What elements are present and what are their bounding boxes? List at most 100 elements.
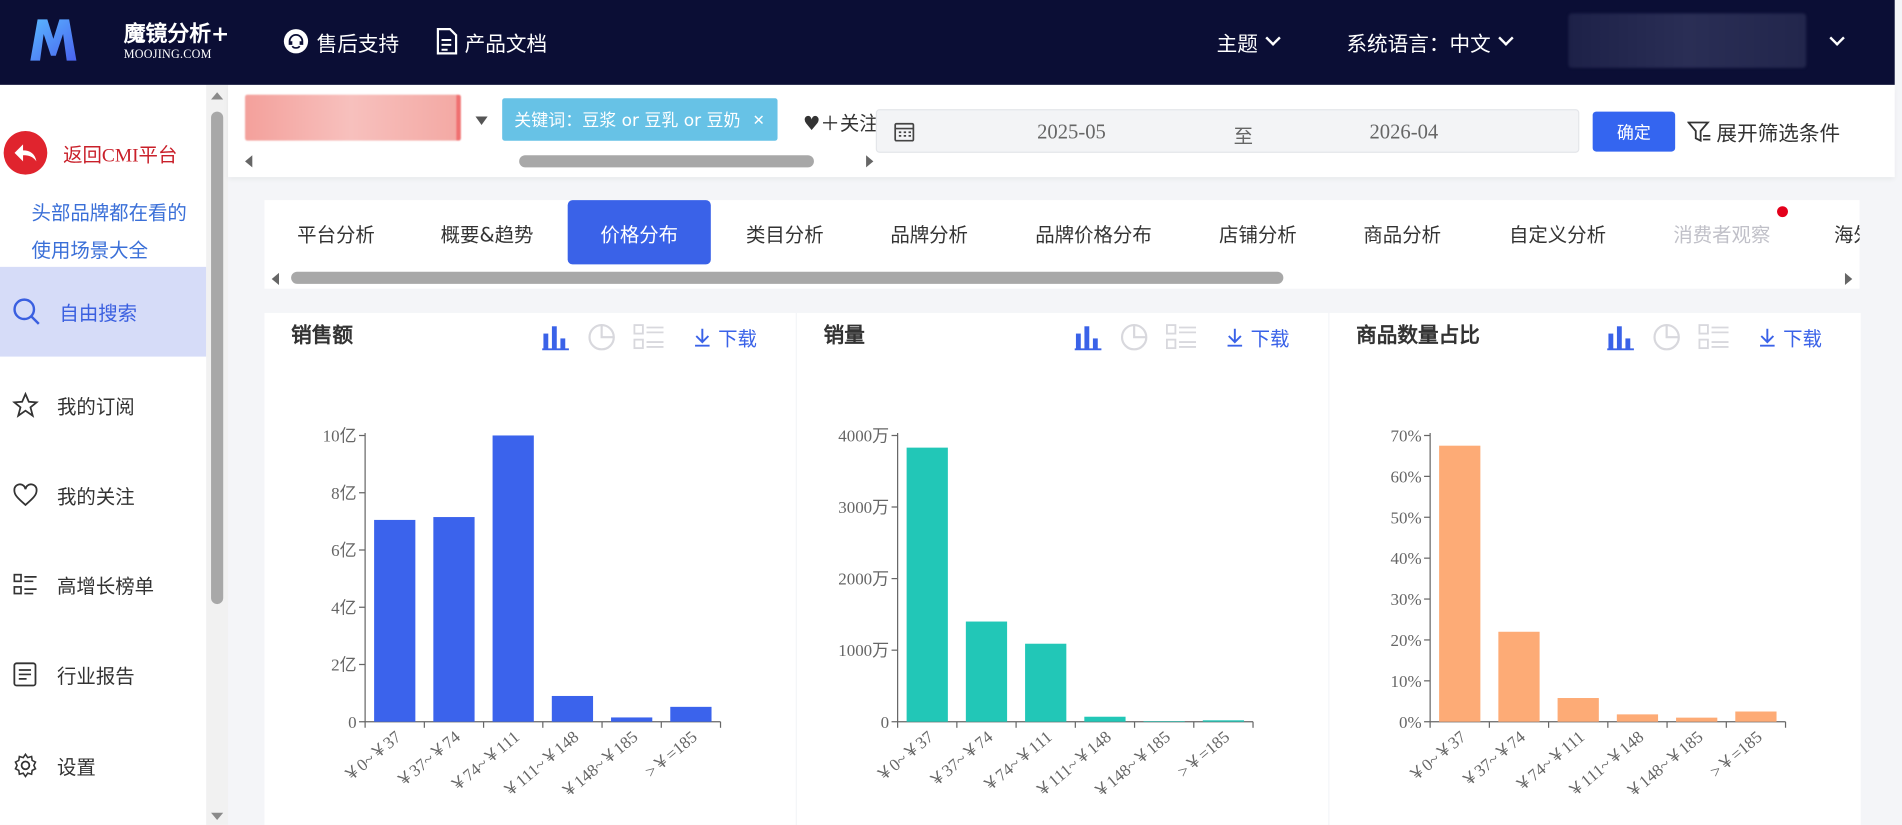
language-dropdown[interactable]: 系统语言：中文 xyxy=(1346,25,1514,57)
user-menu-toggle[interactable] xyxy=(1822,25,1845,57)
y-tick-label: 4亿 xyxy=(331,598,356,617)
table-view-icon[interactable] xyxy=(1698,324,1730,351)
chart-bar xyxy=(551,695,594,722)
moojing-logo[interactable] xyxy=(27,15,80,64)
chart-bar xyxy=(965,621,1008,722)
tab-overview-trend[interactable]: 概要&趋势 xyxy=(429,200,544,264)
chart-bar xyxy=(433,517,475,722)
caret-down-icon[interactable] xyxy=(475,116,488,125)
x-tick-label: >￥=185 xyxy=(1174,727,1233,781)
y-tick-label: 60% xyxy=(1391,467,1422,486)
y-tick-label: 4000万 xyxy=(838,427,889,446)
scroll-right-icon[interactable] xyxy=(866,155,874,168)
back-to-cmi-button[interactable]: 返回CMI平台 xyxy=(3,131,178,175)
tab-consumer[interactable]: 消费者观察 xyxy=(1664,200,1779,264)
user-account-blurred[interactable] xyxy=(1568,13,1807,68)
date-start[interactable]: 2025-05 xyxy=(1037,120,1106,144)
chart-bar xyxy=(1025,643,1067,722)
tab-platform[interactable]: 平台分析 xyxy=(286,200,385,264)
download-button[interactable]: 下载 xyxy=(1226,323,1289,352)
expand-filters-button[interactable]: 展开筛选条件 xyxy=(1687,116,1840,147)
tab-product[interactable]: 商品分析 xyxy=(1355,200,1450,264)
gear-icon xyxy=(14,752,37,778)
sales-volume-card: 销量 下载 0 1000万 2000万 3000万 4000万 ￥0~￥37 ￥37~￥74… xyxy=(796,312,1329,825)
download-button[interactable]: 下载 xyxy=(1759,323,1822,352)
sidebar: 返回CMI平台 头部品牌都在看的使用场景大全 自由搜索 我的订阅 我的关注 高增… xyxy=(0,84,207,825)
x-tick-label: >￥=185 xyxy=(1706,727,1765,781)
confirm-button[interactable]: 确定 xyxy=(1592,111,1676,152)
y-tick-label: 0 xyxy=(881,713,889,732)
follow-button[interactable]: ♥＋关注 xyxy=(803,107,876,136)
download-icon xyxy=(695,328,710,347)
sidebar-item-growth-ranking[interactable]: 高增长榜单 xyxy=(0,540,206,630)
scroll-up-icon[interactable] xyxy=(211,92,224,100)
tab-overseas[interactable]: 海外 xyxy=(1834,200,1859,264)
sidebar-scrollbar[interactable] xyxy=(206,84,229,825)
scroll-left-icon[interactable] xyxy=(271,272,279,286)
card-title: 销量 xyxy=(823,323,865,349)
brand[interactable]: 魔镜分析+ MOOJING.COM xyxy=(124,22,230,63)
support-link[interactable]: 售后支持 xyxy=(281,25,399,57)
report-icon xyxy=(13,662,37,687)
sidebar-item-subscriptions[interactable]: 我的订阅 xyxy=(0,360,206,450)
scroll-right-icon[interactable] xyxy=(1844,272,1853,286)
back-label: 返回CMI平台 xyxy=(63,145,178,167)
y-tick-label: 40% xyxy=(1391,549,1422,568)
pie-chart-icon[interactable] xyxy=(1120,323,1149,352)
tabs-scrollbar[interactable] xyxy=(271,270,1853,286)
sidebar-item-label: 高增长榜单 xyxy=(57,574,155,599)
chart-toolbar: 下载 xyxy=(1074,323,1289,352)
platform-select-blurred[interactable] xyxy=(245,94,461,141)
pie-chart-icon[interactable] xyxy=(1652,323,1681,352)
bar-chart-icon[interactable] xyxy=(541,324,570,351)
top-bar: 魔镜分析+ MOOJING.COM 售后支持 产品文档 主题 系统语言：中文 xyxy=(0,0,1895,85)
tab-price-distribution[interactable]: 价格分布 xyxy=(567,200,711,265)
chart-toolbar: 下载 xyxy=(1606,323,1822,352)
date-end[interactable]: 2026-04 xyxy=(1369,120,1438,144)
chart-bar xyxy=(1439,445,1481,722)
bar-chart-icon[interactable] xyxy=(1074,324,1103,351)
download-label: 下载 xyxy=(1783,327,1822,351)
theme-label: 主题 xyxy=(1216,32,1258,57)
tab-category[interactable]: 类目分析 xyxy=(738,200,833,264)
scenario-promo-link[interactable]: 头部品牌都在看的使用场景大全 xyxy=(32,194,202,269)
chevron-down-icon xyxy=(1265,30,1281,46)
close-icon[interactable]: ✕ xyxy=(753,111,765,128)
tab-brand-price[interactable]: 品牌价格分布 xyxy=(1024,200,1163,264)
tab-brand[interactable]: 品牌分析 xyxy=(882,200,977,264)
keyword-scrollbar[interactable] xyxy=(245,153,874,170)
sidebar-item-industry-report[interactable]: 行业报告 xyxy=(0,630,206,720)
chart-bar xyxy=(670,706,712,722)
y-tick-label: 3000万 xyxy=(838,498,889,517)
theme-dropdown[interactable]: 主题 xyxy=(1216,25,1281,57)
sidebar-item-label: 我的关注 xyxy=(57,485,135,509)
scroll-down-icon[interactable] xyxy=(211,812,224,820)
table-view-icon[interactable] xyxy=(1165,324,1198,351)
sidebar-item-free-search[interactable]: 自由搜索 xyxy=(0,266,207,357)
tab-store[interactable]: 店铺分析 xyxy=(1211,200,1306,264)
date-range-picker[interactable]: 2025-05 至 2026-04 xyxy=(875,109,1580,153)
docs-label: 产品文档 xyxy=(464,32,548,57)
scroll-left-icon[interactable] xyxy=(245,155,253,168)
scrollbar-thumb[interactable] xyxy=(291,271,1284,284)
sales-amount-card: 销售额 下载 0 2亿 4亿 6亿 8亿 10亿 ￥0~￥37 ￥37~￥74 ￥74~￥111… xyxy=(264,312,796,825)
bar-chart-icon[interactable] xyxy=(1606,324,1635,351)
document-icon xyxy=(436,28,458,55)
scrollbar-thumb[interactable] xyxy=(211,111,224,605)
list-icon xyxy=(13,573,37,595)
sidebar-item-follows[interactable]: 我的关注 xyxy=(0,450,206,540)
x-tick-label: >￥=185 xyxy=(641,727,700,781)
scrollbar-thumb[interactable] xyxy=(519,155,814,168)
docs-link[interactable]: 产品文档 xyxy=(434,25,547,57)
download-button[interactable]: 下载 xyxy=(694,323,757,352)
support-label: 售后支持 xyxy=(316,32,400,57)
table-view-icon[interactable] xyxy=(633,324,665,351)
sidebar-item-settings[interactable]: 设置 xyxy=(0,721,206,811)
filter-bar: 关键词：豆浆 or 豆乳 or 豆奶 ✕ ♥＋关注 2025-05 至 2026-… xyxy=(228,84,1895,178)
date-separator: 至 xyxy=(1233,124,1254,148)
brand-subtitle: MOOJING.COM xyxy=(123,48,212,62)
bar-chart: 01000万2000万3000万4000万￥0~￥37￥37~￥74￥74~￥1… xyxy=(838,427,1254,802)
pie-chart-icon[interactable] xyxy=(587,323,616,352)
keyword-tag[interactable]: 关键词：豆浆 or 豆乳 or 豆奶 ✕ xyxy=(502,98,777,141)
tab-custom[interactable]: 自定义分析 xyxy=(1499,200,1615,264)
